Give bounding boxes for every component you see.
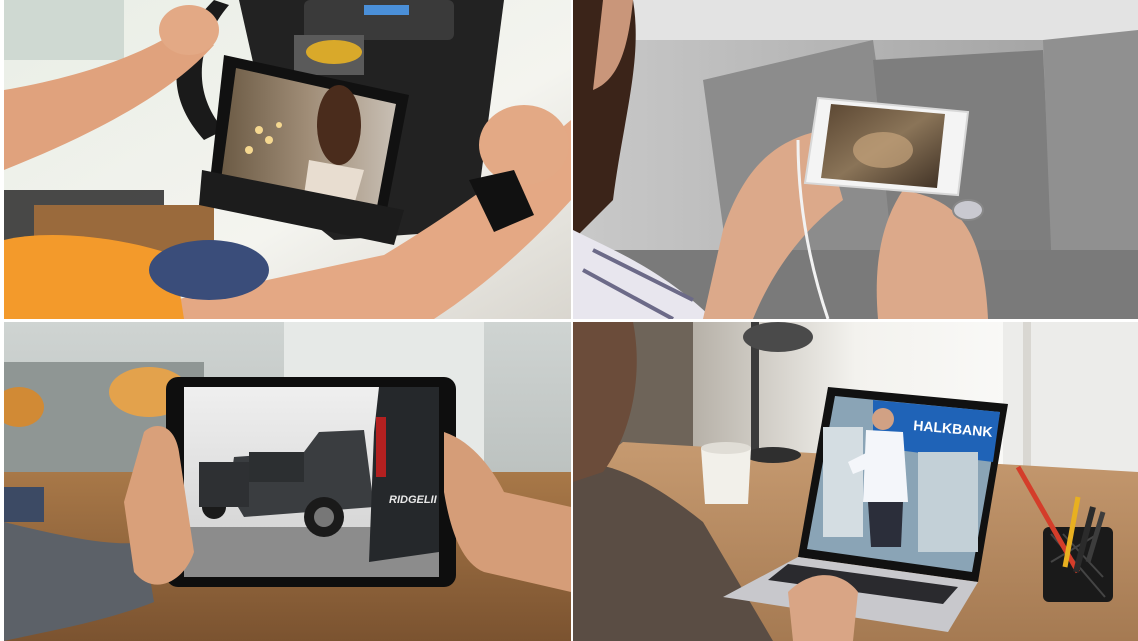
desk-laptop-scene: HALKBANK — [573, 322, 1138, 641]
video-collage: RIDGELII HALKBANK — [0, 0, 1138, 641]
panel-sofa-phone — [573, 0, 1138, 319]
panel-exercise-bike — [4, 0, 571, 319]
truck-badge-text: RIDGELII — [389, 494, 438, 506]
exercise-bike-scene — [4, 0, 571, 319]
desk-tablet-scene: RIDGELII — [4, 322, 571, 641]
panel-desk-tablet: RIDGELII — [4, 322, 571, 641]
panel-desk-laptop: HALKBANK — [573, 322, 1138, 641]
sofa-phone-scene — [573, 0, 1138, 319]
